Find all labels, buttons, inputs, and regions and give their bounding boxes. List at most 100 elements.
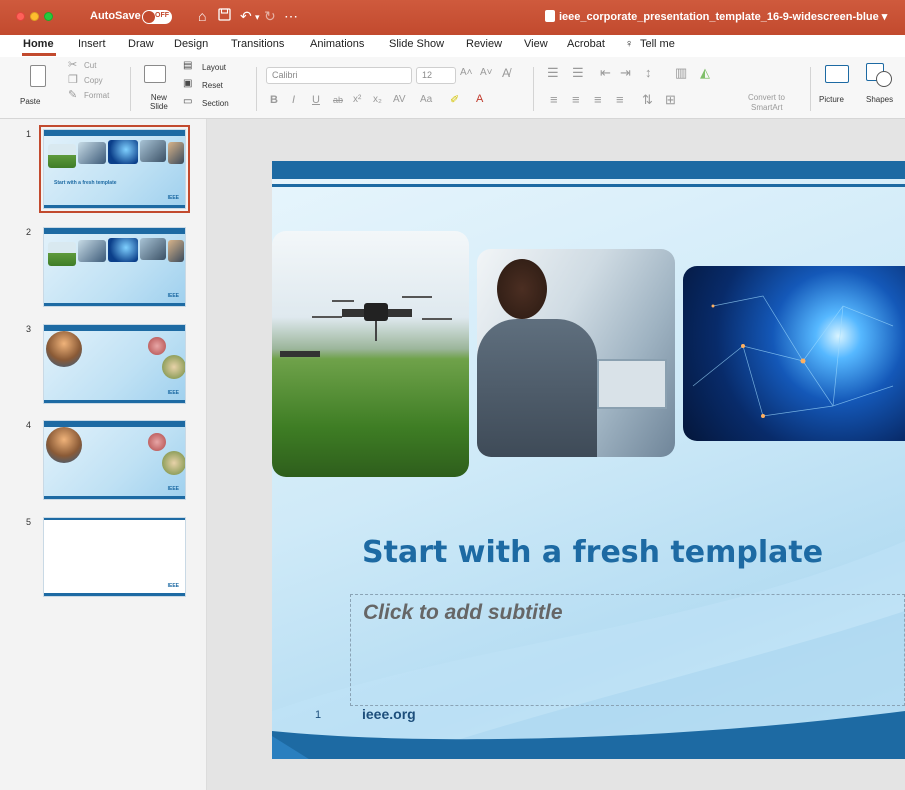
paste-button[interactable]: Paste bbox=[20, 97, 40, 106]
slide-thumbnail-4[interactable]: IEEE bbox=[43, 420, 186, 500]
format-painter-icon: ✎ bbox=[68, 89, 78, 101]
thumb-footer-bar bbox=[44, 496, 185, 499]
format-painter-button[interactable]: Format bbox=[84, 91, 109, 100]
autosave-state: OFF bbox=[155, 12, 169, 19]
picture-button[interactable]: Picture bbox=[819, 95, 844, 104]
undo-icon[interactable]: ↶ bbox=[240, 8, 252, 25]
redo-icon[interactable]: ↻ bbox=[264, 8, 276, 25]
decrease-font-icon[interactable]: A˅ bbox=[480, 67, 493, 78]
autosave-toggle[interactable]: OFF bbox=[142, 10, 172, 24]
subscript-icon[interactable]: x₂ bbox=[373, 94, 382, 105]
tab-review[interactable]: Review bbox=[466, 38, 502, 50]
tell-me-search[interactable]: Tell me bbox=[640, 38, 675, 50]
text-direction-icon[interactable]: ⇅ bbox=[642, 92, 653, 108]
slide-header-bar bbox=[272, 161, 905, 179]
slide-title[interactable]: Start with a fresh template bbox=[362, 535, 823, 570]
autosave-label: AutoSave bbox=[90, 10, 141, 22]
thumb-photo bbox=[78, 142, 106, 164]
document-icon bbox=[545, 10, 555, 22]
columns-icon[interactable]: ▥ bbox=[675, 65, 687, 81]
tab-insert[interactable]: Insert bbox=[78, 38, 106, 50]
convert-smartart-label-2[interactable]: SmartArt bbox=[751, 103, 783, 112]
network-lines bbox=[692, 295, 894, 418]
layout-button[interactable]: Layout bbox=[202, 63, 226, 72]
font-size-dropdown[interactable]: 12 bbox=[416, 67, 456, 84]
save-icon[interactable] bbox=[218, 8, 231, 24]
slide-thumbnail-3[interactable]: IEEE bbox=[43, 324, 186, 404]
slide-thumbnail-2[interactable]: IEEE bbox=[43, 227, 186, 307]
paste-icon[interactable] bbox=[30, 65, 46, 87]
divider bbox=[256, 67, 257, 111]
align-center-icon[interactable]: ≡ bbox=[572, 92, 580, 107]
underline-icon[interactable]: U bbox=[312, 94, 320, 106]
drone-field-photo[interactable] bbox=[272, 231, 469, 477]
scientist-photo[interactable] bbox=[477, 249, 675, 457]
undo-dropdown-icon[interactable]: ▾ bbox=[255, 12, 260, 23]
lightbulb-icon: ♀ bbox=[625, 38, 634, 50]
thumb-photo bbox=[108, 140, 138, 164]
character-spacing-icon[interactable]: AV bbox=[393, 94, 406, 105]
slide-number: 1 bbox=[315, 709, 322, 721]
network-photo[interactable] bbox=[683, 266, 905, 441]
monitor bbox=[597, 359, 667, 409]
thumb-photo bbox=[168, 142, 184, 164]
thumb-title: Start with a fresh template bbox=[54, 180, 117, 186]
italic-icon[interactable]: I bbox=[292, 94, 295, 106]
current-slide[interactable]: Start with a fresh template Click to add… bbox=[272, 161, 905, 759]
tab-animations[interactable]: Animations bbox=[310, 38, 364, 50]
picture-icon[interactable] bbox=[825, 65, 849, 83]
close-window-button[interactable] bbox=[16, 12, 25, 21]
smartart-icon[interactable]: ◭ bbox=[700, 65, 710, 81]
superscript-icon[interactable]: x² bbox=[353, 94, 361, 105]
increase-font-icon[interactable]: A˄ bbox=[460, 67, 473, 78]
numbering-icon[interactable]: ☰ bbox=[572, 65, 584, 81]
tab-slide-show[interactable]: Slide Show bbox=[389, 38, 444, 50]
tab-home[interactable]: Home bbox=[23, 38, 54, 50]
minimize-window-button[interactable] bbox=[30, 12, 39, 21]
justify-icon[interactable]: ≡ bbox=[616, 92, 624, 107]
tab-draw[interactable]: Draw bbox=[128, 38, 154, 50]
tab-transitions[interactable]: Transitions bbox=[231, 38, 284, 50]
section-button[interactable]: Section bbox=[202, 99, 229, 108]
shapes-button[interactable]: Shapes bbox=[866, 95, 893, 104]
tab-design[interactable]: Design bbox=[174, 38, 208, 50]
more-icon[interactable]: ⋯ bbox=[284, 8, 298, 25]
reset-icon: ▣ bbox=[183, 78, 193, 89]
tab-view[interactable]: View bbox=[524, 38, 548, 50]
zoom-window-button[interactable] bbox=[44, 12, 53, 21]
thumbnail-number: 1 bbox=[26, 129, 32, 139]
cut-button[interactable]: Cut bbox=[84, 61, 96, 70]
align-left-icon[interactable]: ≡ bbox=[550, 92, 558, 107]
change-case-icon[interactable]: Aa bbox=[420, 94, 432, 105]
line-spacing-icon[interactable]: ↕ bbox=[645, 65, 652, 80]
convert-smartart-label[interactable]: Convert to bbox=[748, 93, 785, 102]
slide-thumbnail-5[interactable]: IEEE bbox=[43, 517, 186, 597]
new-slide-button[interactable]: New Slide bbox=[150, 93, 168, 111]
font-name-dropdown[interactable]: Calibri bbox=[266, 67, 412, 84]
reset-button[interactable]: Reset bbox=[202, 81, 223, 90]
bold-icon[interactable]: B bbox=[270, 94, 278, 106]
align-text-icon[interactable]: ⊞ bbox=[665, 92, 676, 108]
tab-acrobat[interactable]: Acrobat bbox=[567, 38, 605, 50]
align-right-icon[interactable]: ≡ bbox=[594, 92, 602, 107]
bullets-icon[interactable]: ☰ bbox=[547, 65, 559, 81]
slide-thumbnail-pane: 1 Start with a fresh template IEEE 2 IEE… bbox=[0, 119, 207, 790]
subtitle-placeholder[interactable]: Click to add subtitle bbox=[350, 594, 905, 706]
ribbon-home: Paste ✂ Cut ❐ Copy ✎ Format New Slide ▤ … bbox=[0, 57, 905, 119]
copy-button[interactable]: Copy bbox=[84, 76, 103, 85]
ieee-logo: IEEE bbox=[167, 583, 179, 589]
home-icon[interactable]: ⌂ bbox=[198, 8, 206, 24]
slide-thumbnail-1[interactable]: Start with a fresh template IEEE bbox=[39, 125, 190, 213]
decrease-indent-icon[interactable]: ⇤ bbox=[600, 65, 611, 81]
copy-icon: ❐ bbox=[68, 74, 78, 86]
clear-formatting-icon[interactable]: A̸ bbox=[502, 66, 510, 80]
thumb-footer-bar bbox=[44, 593, 185, 596]
font-color-icon[interactable]: A bbox=[476, 93, 483, 105]
increase-indent-icon[interactable]: ⇥ bbox=[620, 65, 631, 81]
ieee-logo: IEEE bbox=[167, 486, 179, 492]
highlight-icon[interactable]: ✐ bbox=[450, 93, 459, 106]
person-head bbox=[497, 259, 547, 319]
divider bbox=[130, 67, 131, 111]
strikethrough-icon[interactable]: ab bbox=[333, 95, 343, 105]
new-slide-icon[interactable] bbox=[144, 65, 166, 83]
